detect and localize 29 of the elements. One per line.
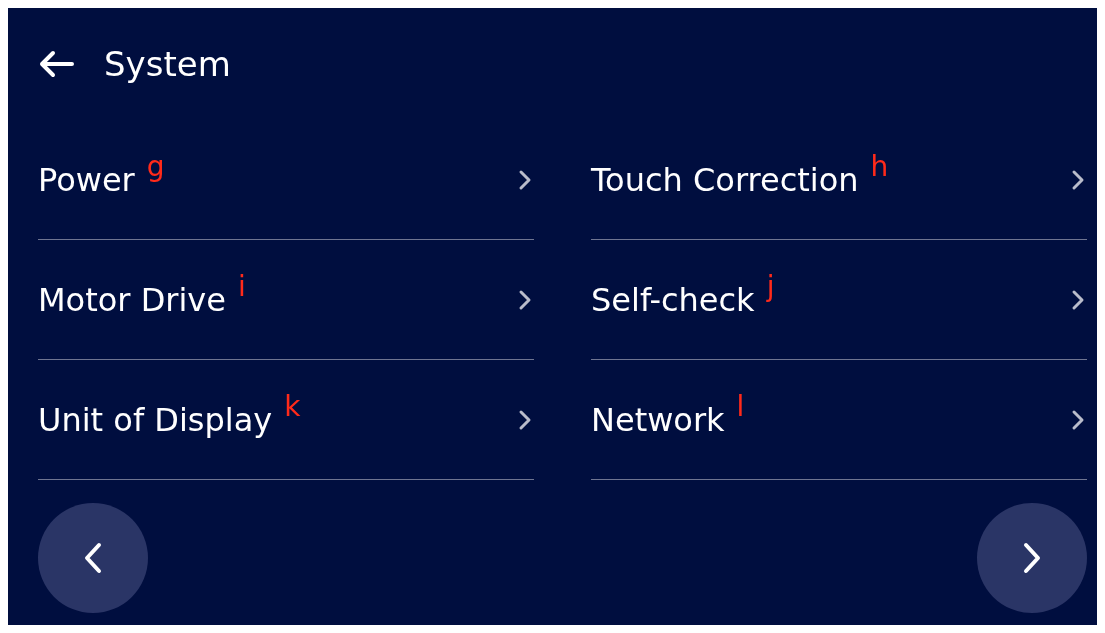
item-label: Network bbox=[591, 400, 725, 439]
menu-item[interactable]: Unit of Display k bbox=[38, 360, 534, 480]
item-label: Touch Correction bbox=[591, 160, 859, 199]
back-arrow-icon bbox=[38, 50, 74, 78]
chevron-right-icon bbox=[518, 288, 532, 311]
back-button[interactable] bbox=[38, 50, 74, 78]
annotation-letter: l bbox=[736, 390, 745, 423]
item-label: Motor Drive bbox=[38, 280, 226, 319]
annotation-letter: g bbox=[146, 150, 165, 183]
chevron-right-icon bbox=[1022, 542, 1042, 574]
chevron-right-icon bbox=[518, 168, 532, 191]
menu-item[interactable]: Network l bbox=[591, 360, 1087, 480]
chevron-right-icon bbox=[1071, 288, 1085, 311]
item-label: Self-check bbox=[591, 280, 755, 319]
chevron-right-icon bbox=[518, 408, 532, 431]
menu-item[interactable]: Power g bbox=[38, 120, 534, 240]
annotation-letter: j bbox=[766, 270, 775, 303]
annotation-letter: i bbox=[237, 270, 246, 303]
annotation-letter: h bbox=[870, 150, 889, 183]
chevron-right-icon bbox=[1071, 408, 1085, 431]
item-label: Unit of Display bbox=[38, 400, 273, 439]
item-label: Power bbox=[38, 160, 135, 199]
menu-item[interactable]: Motor Drive i bbox=[38, 240, 534, 360]
menu-item[interactable]: Self-check j bbox=[591, 240, 1087, 360]
menu-item[interactable]: Touch Correction h bbox=[591, 120, 1087, 240]
annotation-letter: k bbox=[284, 390, 301, 423]
chevron-right-icon bbox=[1071, 168, 1085, 191]
page-title: System bbox=[104, 44, 231, 84]
chevron-left-icon bbox=[83, 542, 103, 574]
